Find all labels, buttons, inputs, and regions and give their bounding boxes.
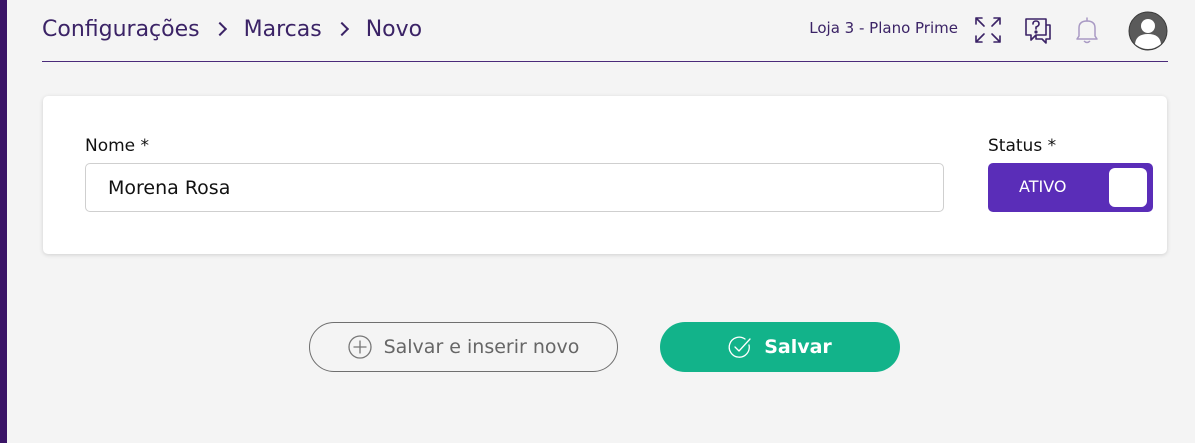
brand-form-card: Nome * Status * ATIVO: [43, 96, 1167, 254]
expand-icon[interactable]: [972, 14, 1004, 46]
breadcrumb: Configurações Marcas Novo: [42, 13, 422, 45]
name-label: Nome *: [85, 136, 150, 156]
save-label: Salvar: [764, 336, 832, 358]
store-plan-label[interactable]: Loja 3 - Plano Prime: [809, 19, 958, 37]
plus-circle-icon: [347, 335, 372, 359]
toggle-knob: [1109, 168, 1147, 207]
chevron-right-icon: [212, 21, 227, 37]
breadcrumb-item-configuracoes[interactable]: Configurações: [42, 17, 200, 42]
bell-icon[interactable]: [1071, 14, 1103, 46]
breadcrumb-item-novo: Novo: [365, 16, 423, 42]
breadcrumb-item-marcas[interactable]: Marcas: [244, 17, 322, 42]
help-chat-icon[interactable]: [1022, 14, 1054, 46]
save-and-new-button[interactable]: Salvar e inserir novo: [309, 322, 618, 372]
user-avatar-icon[interactable]: [1128, 11, 1168, 51]
status-toggle-text: ATIVO: [1019, 177, 1067, 196]
side-rail: [0, 0, 7, 443]
save-and-new-label: Salvar e inserir novo: [383, 336, 580, 358]
chevron-right-icon: [334, 21, 349, 37]
status-toggle[interactable]: ATIVO: [988, 163, 1153, 212]
top-header: Configurações Marcas Novo Loja 3 - Plano…: [42, 0, 1168, 62]
save-button[interactable]: Salvar: [660, 322, 900, 372]
check-circle-icon: [728, 336, 751, 358]
name-input[interactable]: [85, 163, 944, 212]
status-label: Status *: [988, 136, 1057, 156]
